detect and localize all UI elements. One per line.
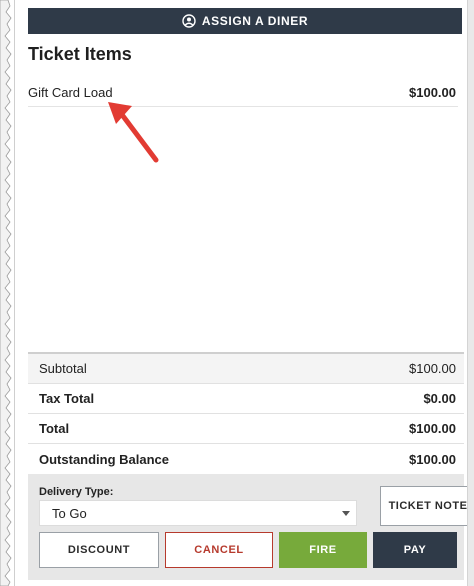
ticket-footer: Delivery Type: To Go TICKET NOTE DISCOUN…	[28, 474, 474, 580]
total-row: Total $100.00	[28, 414, 464, 444]
subtotal-value: $100.00	[409, 361, 456, 376]
ticket-note-button[interactable]: TICKET NOTE	[380, 486, 474, 526]
chevron-down-icon	[342, 510, 350, 516]
pay-button[interactable]: PAY	[373, 532, 457, 568]
ticket-items-title: Ticket Items	[28, 44, 132, 64]
tax-total-label: Tax Total	[39, 391, 95, 406]
tax-total-row: Tax Total $0.00	[28, 384, 464, 414]
red-arrow-icon	[108, 102, 159, 163]
outstanding-balance-value: $100.00	[409, 451, 456, 467]
assign-diner-button[interactable]: ASSIGN A DINER	[28, 8, 462, 34]
delivery-type-label: Delivery Type:	[39, 486, 114, 498]
user-circle-icon	[182, 14, 196, 28]
scrollbar-track[interactable]	[467, 0, 474, 586]
item-name: Gift Card Load	[28, 84, 113, 100]
ticket-item-row[interactable]: Gift Card Load $100.00	[28, 78, 458, 107]
tax-total-value: $0.00	[423, 391, 456, 406]
delivery-type-select[interactable]: To Go	[39, 500, 357, 526]
cancel-button[interactable]: CANCEL	[165, 532, 273, 568]
discount-button[interactable]: DISCOUNT	[39, 532, 159, 568]
outstanding-balance-label: Outstanding Balance	[39, 451, 170, 467]
assign-diner-label: ASSIGN A DINER	[201, 14, 309, 28]
total-label: Total	[39, 421, 70, 436]
subtotal-row: Subtotal $100.00	[28, 354, 464, 384]
torn-edge	[0, 0, 15, 586]
outstanding-balance-row: Outstanding Balance $100.00	[28, 444, 464, 474]
item-price: $100.00	[409, 84, 456, 100]
ticket-panel: ASSIGN A DINER Ticket Items Gift Card Lo…	[20, 0, 474, 586]
subtotal-label: Subtotal	[39, 361, 87, 376]
delivery-type-value: To Go	[52, 505, 87, 521]
total-value: $100.00	[409, 421, 456, 436]
fire-button[interactable]: FIRE	[279, 532, 367, 568]
